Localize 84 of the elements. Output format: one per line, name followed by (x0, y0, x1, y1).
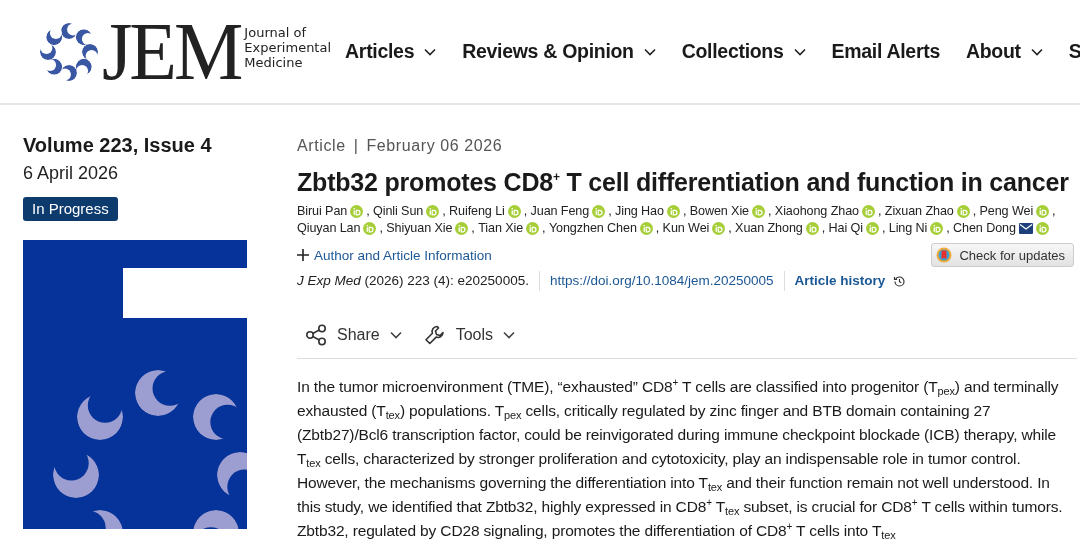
nav-link[interactable]: About (965, 40, 1043, 63)
chevron-down-icon (389, 331, 402, 339)
author-link[interactable]: Kun Wei (662, 220, 710, 237)
author-link[interactable]: Birui Pan (297, 203, 348, 220)
separator: , (946, 220, 950, 237)
bookmark-icon (936, 247, 953, 263)
orcid-icon[interactable] (363, 222, 377, 235)
plus-icon (297, 249, 309, 261)
orcid-icon[interactable] (666, 205, 680, 218)
logo-wordmark: JEM (102, 10, 241, 93)
chevron-down-icon (503, 331, 516, 339)
orcid-icon[interactable] (526, 222, 540, 235)
author-link[interactable]: Hai Qi (828, 220, 863, 237)
author-link[interactable]: Shiyuan Xie (386, 220, 453, 237)
orcid-icon[interactable] (930, 222, 944, 235)
nav-link[interactable]: Articles (345, 40, 437, 63)
article-history-link[interactable]: Article history (783, 271, 917, 291)
orcid-icon[interactable] (1036, 205, 1050, 218)
issue-date: 6 April 2026 (23, 162, 120, 184)
article-type: Article (297, 136, 346, 156)
orcid-icon[interactable] (350, 205, 364, 218)
separator: , (523, 203, 528, 220)
separator: , (881, 220, 886, 237)
logo-icon (40, 22, 98, 81)
doi-link[interactable]: https://doi.org/10.1084/jem.20250005 (538, 271, 784, 291)
orcid-icon[interactable] (862, 205, 875, 218)
envelope-icon[interactable] (1018, 223, 1033, 234)
orcid-icon[interactable] (712, 222, 726, 235)
separator: , (878, 203, 882, 220)
separator: , (442, 203, 446, 220)
separator: , (608, 203, 612, 220)
author-link[interactable]: Bowen Xie (689, 203, 750, 220)
wrench-icon (423, 324, 446, 346)
tools-menu[interactable]: Tools (423, 324, 516, 346)
author-link[interactable]: Xiaohong Zhao (774, 203, 859, 220)
separator: , (1052, 203, 1056, 220)
nav-link[interactable]: Collections (681, 40, 806, 63)
history-icon (893, 274, 907, 288)
nav-link[interactable]: S (1068, 40, 1080, 63)
separator: , (471, 220, 475, 237)
orcid-icon[interactable] (956, 205, 970, 218)
orcid-icon[interactable] (455, 222, 469, 235)
citation: J Exp Med (2026) 223 (4): e20250005. (297, 272, 530, 290)
author-link[interactable]: Ling Ni (888, 220, 928, 237)
separator: , (821, 220, 826, 237)
orcid-icon[interactable] (639, 222, 653, 235)
separator: , (366, 203, 370, 220)
author-link[interactable]: Ruifeng Li (449, 203, 505, 220)
orcid-icon[interactable] (752, 205, 766, 218)
separator: , (655, 220, 660, 237)
share-menu[interactable]: Share (305, 324, 402, 346)
nav-link[interactable]: Reviews & Opinion (462, 40, 656, 63)
orcid-icon[interactable] (865, 222, 879, 235)
publish-date: February 06 2026 (366, 136, 503, 156)
journal-name: Journal of Experimental Medicine (244, 25, 332, 70)
author-info-link[interactable]: Author and Article Information (297, 247, 492, 263)
orcid-icon[interactable] (507, 205, 521, 218)
author-link[interactable]: Qiuyan Lan (297, 220, 361, 237)
author-link[interactable]: Chen Dong (953, 220, 1016, 237)
author-link[interactable]: Zixuan Zhao (884, 203, 954, 220)
author-link[interactable]: Tian Xie (478, 220, 524, 237)
separator: , (728, 220, 732, 237)
orcid-icon[interactable] (592, 205, 606, 218)
author-link[interactable]: Jing Hao (615, 203, 664, 220)
volume-title: Volume 223, Issue 4 (23, 133, 213, 157)
orcid-icon[interactable] (805, 222, 819, 235)
check-updates-button[interactable]: Check for updates (931, 243, 1074, 267)
author-link[interactable]: Peng Wei (979, 203, 1034, 220)
author-link[interactable]: Juan Feng (530, 203, 590, 220)
separator: , (379, 220, 383, 237)
author-link[interactable]: Yongzhen Chen (548, 220, 637, 237)
separator: | (353, 136, 359, 156)
nav-link[interactable]: Email Alerts (831, 40, 940, 63)
status-badge: In Progress (23, 197, 118, 221)
separator: , (972, 203, 977, 220)
separator: , (682, 203, 687, 220)
author-link[interactable]: Qinli Sun (373, 203, 424, 220)
orcid-icon[interactable] (426, 205, 440, 218)
separator: , (542, 220, 546, 237)
abstract-text: In the tumor microenvironment (TME), “exhausted” CD8$^{+}$ T cells are classified into progenitor (T$_{pex}$) and terminally exhausted (T$_{tex}$) populations. T$_{pex}$ cells, critically regulated by zinc finger and BTB domain containing 27 (Zbtb27)/Bcl6 transcription factor, could be reinvigorated during immune checkpoint blockade (ICB) therapy, while T$_{tex}$ cells, characterized by stronger proliferation and cytotoxicity, play an indispensable role in tumor control. However, the mechanisms governing the differentiation into T$_{tex}$ and their function remain not well understood. In this study, we identified that Zbtb32, highly expressed in CD8$^{+}$ T$_{tex}$ subset, is crucial for CD8$^{+}$ T cells within tumors. Zbtb32, regulated by CD28 signaling, promotes the differentiation of CD8$^{+}$ T cells into T$_{tex}$ (297, 376, 1064, 543)
share-icon (305, 324, 327, 346)
author-link[interactable]: Xuan Zhong (735, 220, 803, 237)
article-title: Zbtb32 promotes CD8$^{+}$ T cell differentiation and function in cancer (297, 167, 1070, 197)
separator: , (768, 203, 772, 220)
